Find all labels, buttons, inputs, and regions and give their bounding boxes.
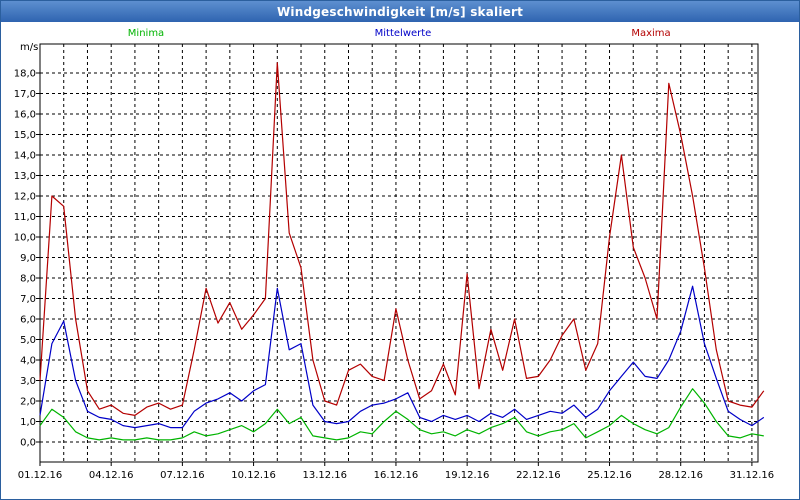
y-tick-label: 3,0 [20, 376, 36, 387]
y-tick-label: 1,0 [20, 417, 36, 428]
plot-area [39, 43, 759, 463]
y-tick-label: 11,0 [14, 212, 36, 223]
y-tick-label: 7,0 [20, 294, 36, 305]
y-tick-label: 9,0 [20, 253, 36, 264]
x-tick-label: 16.12.16 [374, 470, 419, 481]
x-tick-label: 10.12.16 [231, 470, 276, 481]
legend-entry-min: Minima [128, 28, 164, 39]
y-axis-label: m/s [20, 42, 38, 53]
x-tick-label: 28.12.16 [658, 470, 703, 481]
legend-entry-max: Maxima [631, 28, 670, 39]
x-tick-label: 13.12.16 [302, 470, 347, 481]
y-tick-label: 5,0 [20, 335, 36, 346]
y-tick-label: 6,0 [20, 315, 36, 326]
x-tick-label: 25.12.16 [587, 470, 632, 481]
y-tick-label: 12,0 [14, 192, 36, 203]
y-tick-label: 8,0 [20, 274, 36, 285]
x-tick-label: 19.12.16 [445, 470, 490, 481]
x-tick-label: 31.12.16 [730, 470, 775, 481]
y-tick-label: 10,0 [14, 233, 36, 244]
y-axis-ticks: 0,0 1,0 2,0 3,0 4,0 5,0 6,0 7,0 8,0 9,0 10,0 11,0 12… [14, 69, 40, 449]
x-tick-label: 22.12.16 [516, 470, 561, 481]
y-tick-label: 15,0 [14, 130, 36, 141]
legend: Minima Mittelwerte Maxima [128, 28, 671, 39]
y-tick-label: 18,0 [14, 69, 36, 80]
legend-entry-mean: Mittelwerte [375, 28, 432, 39]
chart-svg: 0,0 1,0 2,0 3,0 4,0 5,0 6,0 7,0 8,0 9,0 10,0 11,0 12… [14, 28, 774, 481]
y-tick-label: 4,0 [20, 356, 36, 367]
x-tick-label: 04.12.16 [89, 470, 134, 481]
x-tick-label: 07.12.16 [160, 470, 205, 481]
x-axis-ticks: 01.12.16 04.12.16 07.12.16 10.12.16 13.12.16… [18, 462, 774, 481]
y-tick-label: 13,0 [14, 171, 36, 182]
y-tick-label: 2,0 [20, 397, 36, 408]
y-tick-label: 16,0 [14, 110, 36, 121]
y-tick-label: 0,0 [20, 438, 36, 449]
y-tick-label: 14,0 [14, 151, 36, 162]
x-tick-label: 01.12.16 [18, 470, 63, 481]
y-tick-label: 17,0 [14, 89, 36, 100]
